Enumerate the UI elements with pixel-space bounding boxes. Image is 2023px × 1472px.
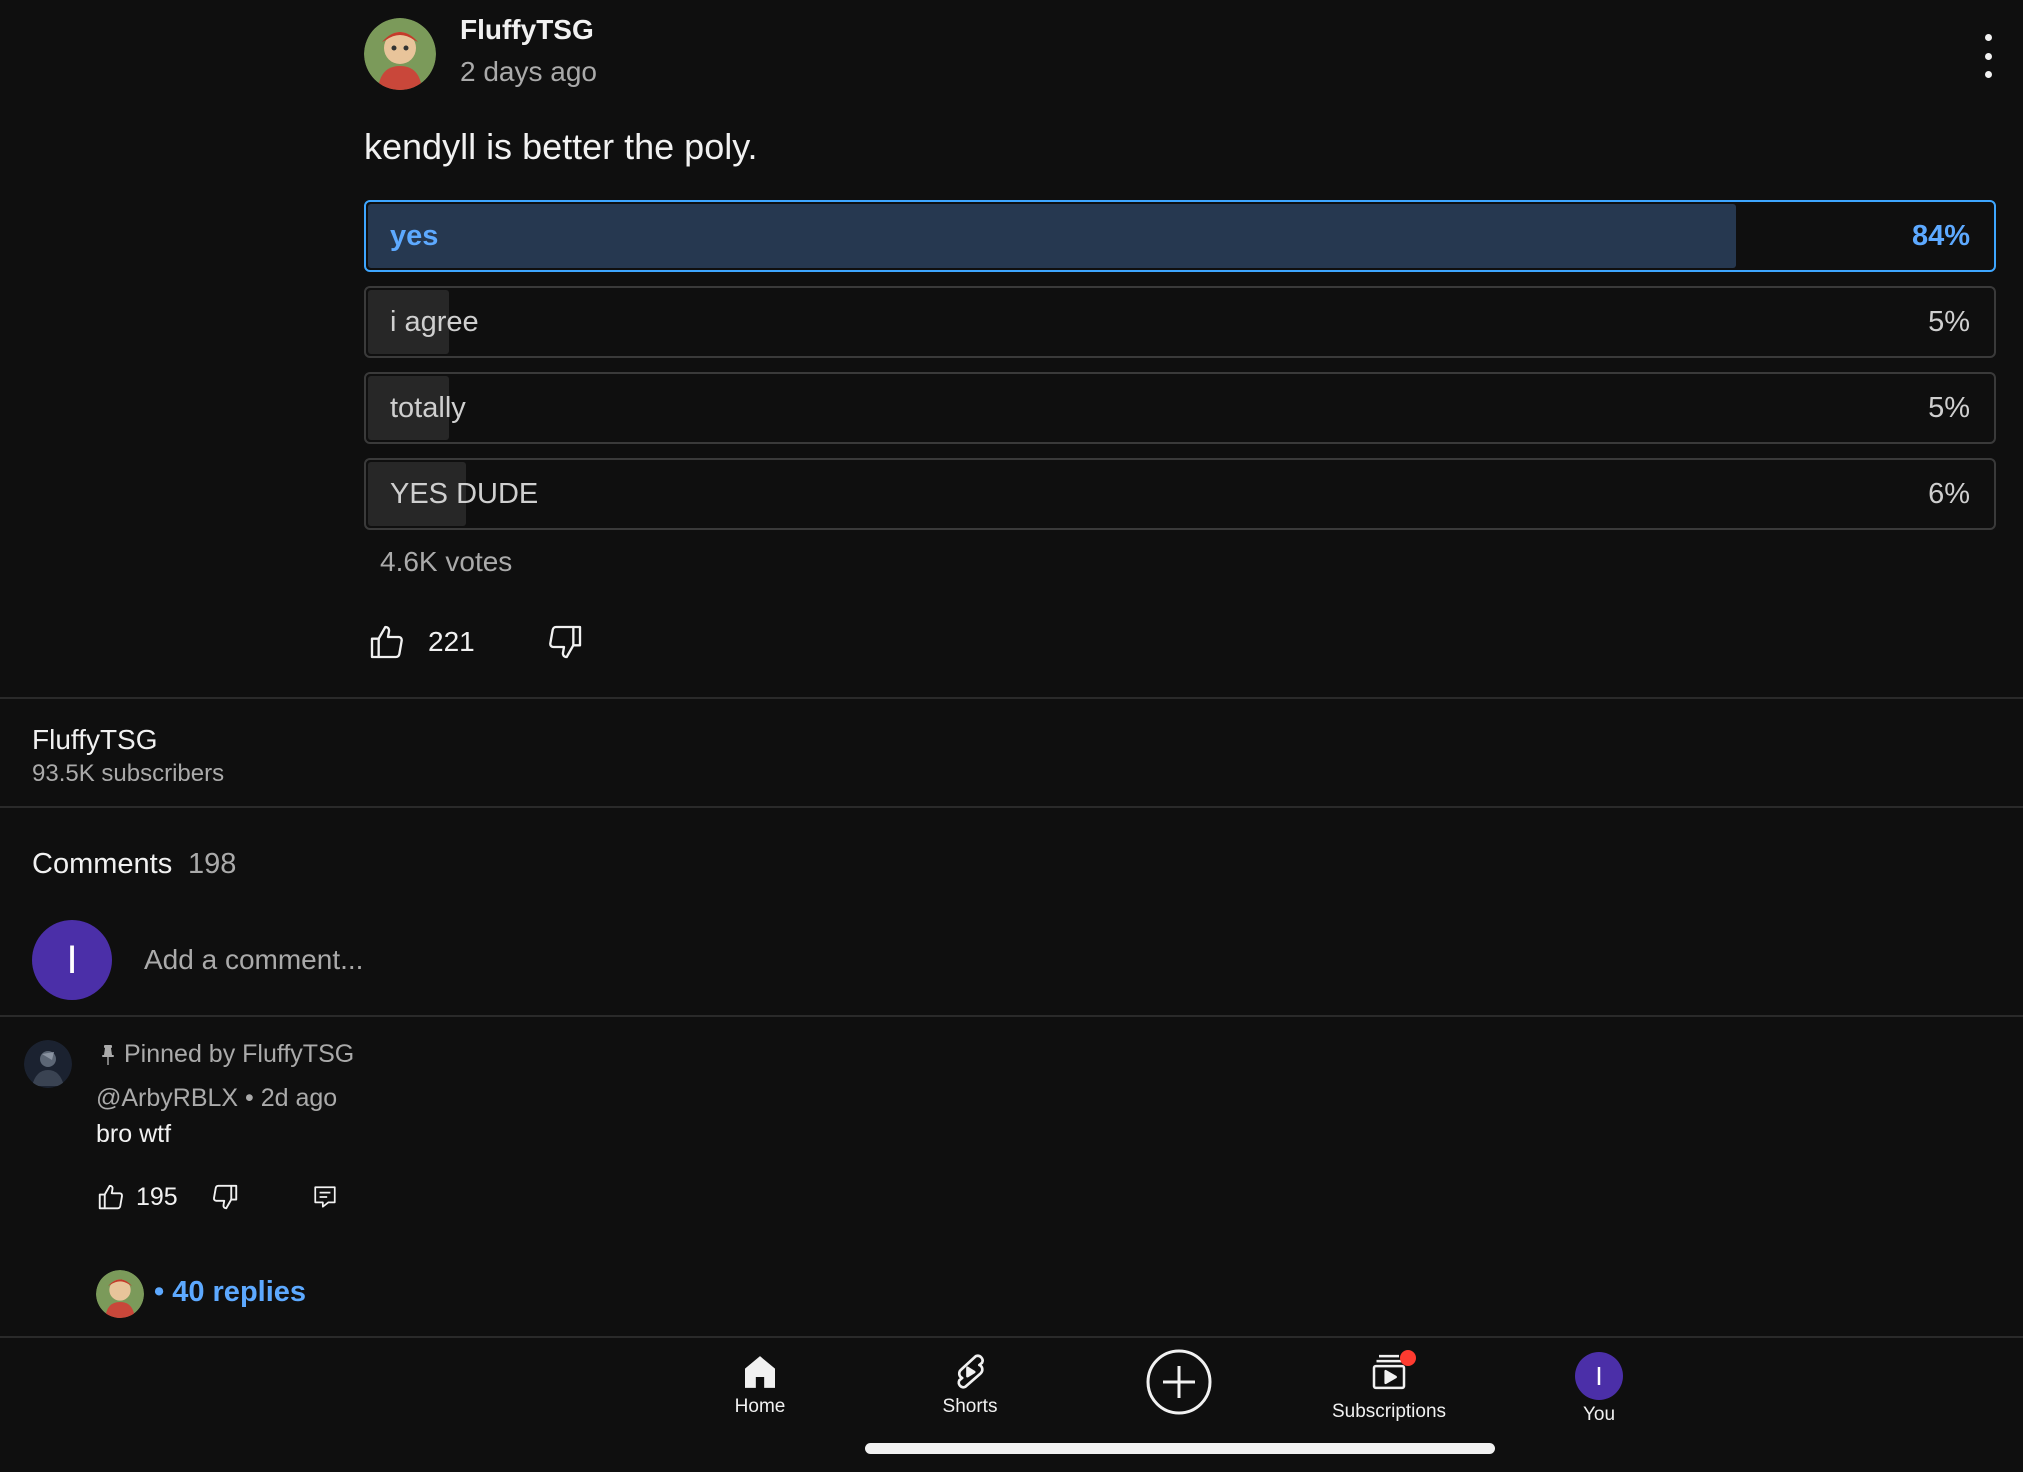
pin-icon — [102, 1044, 114, 1065]
poll-option[interactable]: yes 84% — [364, 200, 1996, 272]
comment-dislike-button[interactable] — [210, 1182, 240, 1212]
nav-label: Shorts — [942, 1396, 998, 1417]
home-icon — [745, 1356, 775, 1388]
current-user-avatar: I — [32, 920, 112, 1000]
poll-option[interactable]: i agree 5% — [364, 286, 1996, 358]
channel-subscribers: 93.5K subscribers — [32, 760, 225, 787]
post-timestamp: 2 days ago — [460, 56, 597, 87]
shorts-icon — [957, 1354, 984, 1389]
divider — [0, 697, 2023, 699]
nav-label: You — [1582, 1404, 1616, 1425]
nav-home[interactable]: Home — [680, 1352, 840, 1418]
channel-name[interactable]: FluffyTSG — [32, 724, 158, 756]
comments-count: 198 — [188, 848, 237, 880]
post-text: kendyll is better the poly. — [364, 126, 758, 167]
nav-label: Subscriptions — [1331, 1401, 1447, 1422]
poll-option-percent: 5% — [1928, 306, 1970, 338]
more-dot — [1984, 71, 1992, 78]
post-author-name[interactable]: FluffyTSG — [460, 14, 594, 46]
more-dot — [1984, 52, 1992, 60]
more-options-button[interactable] — [1970, 34, 2006, 78]
nav-shorts[interactable]: Shorts — [890, 1352, 1050, 1418]
create-icon — [1146, 1349, 1212, 1415]
pinned-indicator: Pinned by FluffyTSG — [100, 1040, 354, 1069]
thumbs-up-icon — [98, 1184, 123, 1210]
poll-vote-count: 4.6K votes — [380, 546, 513, 577]
like-button[interactable] — [366, 622, 408, 662]
thumbs-up-icon — [370, 625, 403, 659]
author-avatar[interactable] — [364, 18, 436, 90]
divider — [0, 806, 2023, 808]
poll-option-percent: 6% — [1928, 478, 1970, 510]
nav-create[interactable] — [1099, 1348, 1259, 1416]
nav-subscriptions[interactable]: Subscriptions — [1309, 1350, 1469, 1423]
poll-option[interactable]: totally 5% — [364, 372, 1996, 444]
home-indicator[interactable] — [865, 1443, 1495, 1454]
reply-author-avatar — [96, 1270, 144, 1318]
comments-title[interactable]: Comments — [32, 848, 172, 881]
thumbs-down-icon — [213, 1184, 238, 1210]
comment-reply-button[interactable] — [312, 1184, 338, 1210]
thumbs-down-icon — [549, 625, 582, 659]
more-dot — [1984, 34, 1992, 41]
add-comment-input[interactable]: Add a comment... — [144, 944, 363, 976]
view-replies-button[interactable]: • 40 replies — [154, 1276, 306, 1309]
notification-dot — [1400, 1350, 1416, 1366]
poll-option-percent: 5% — [1928, 392, 1970, 424]
nav-you[interactable]: I You — [1519, 1352, 1679, 1426]
pinned-label: Pinned by FluffyTSG — [124, 1040, 355, 1068]
poll-option-label: yes — [390, 220, 439, 252]
divider — [0, 1015, 2023, 1017]
avatar: I — [1575, 1352, 1623, 1400]
poll-option[interactable]: YES DUDE 6% — [364, 458, 1996, 530]
poll-option-percent: 84% — [1911, 220, 1970, 252]
poll-fill — [368, 204, 1736, 268]
comment-text: bro wtf — [96, 1120, 172, 1148]
reply-icon — [314, 1186, 336, 1208]
comment-meta[interactable]: @ArbyRBLX • 2d ago — [96, 1084, 337, 1113]
comment-like-count: 195 — [136, 1183, 178, 1211]
poll-option-label: totally — [390, 392, 466, 424]
nav-label: Home — [734, 1396, 786, 1417]
comment-like-button[interactable] — [96, 1182, 126, 1212]
commenter-avatar[interactable] — [24, 1040, 72, 1088]
poll-option-label: YES DUDE — [390, 478, 539, 510]
like-count: 221 — [428, 626, 475, 657]
dislike-button[interactable] — [544, 622, 586, 662]
subscriptions-icon-wrap — [1368, 1350, 1416, 1397]
poll-option-label: i agree — [390, 306, 479, 338]
